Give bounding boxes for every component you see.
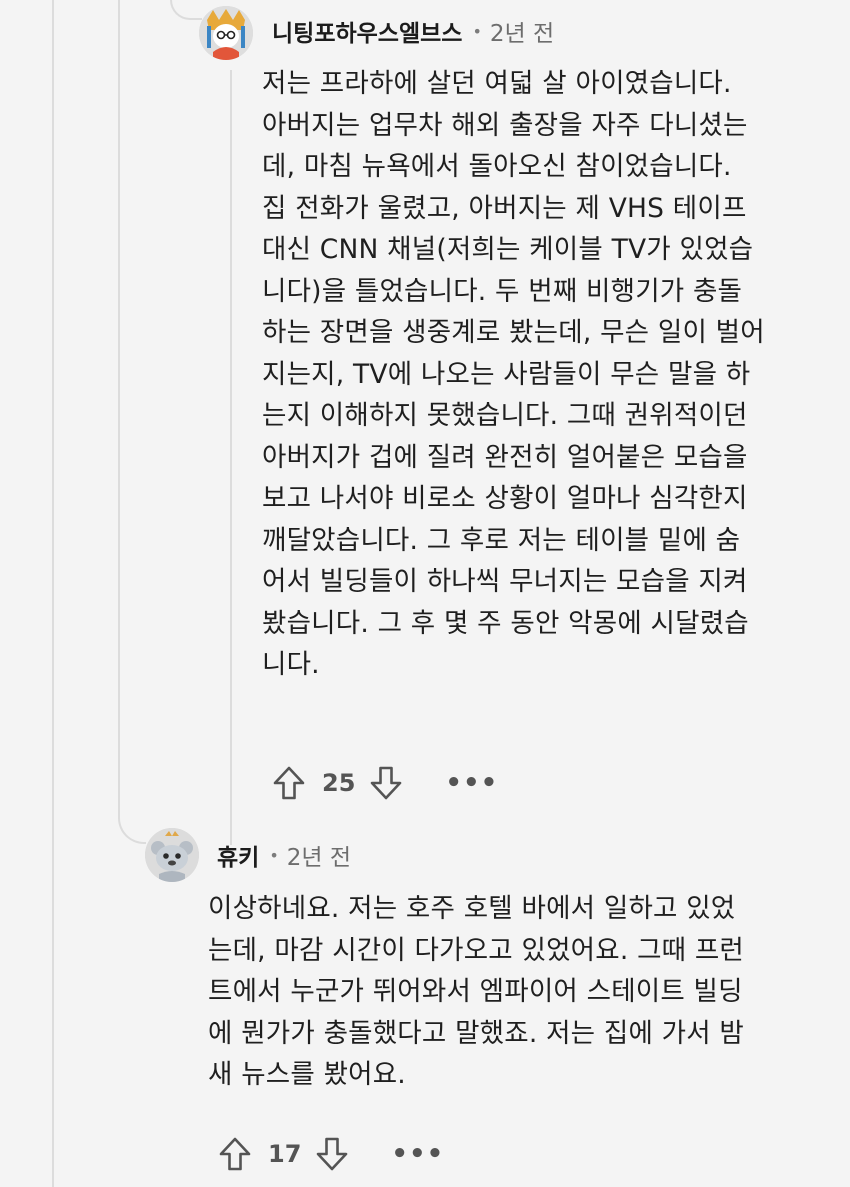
comment-line: 아버지가 겁에 질려 완전히 얼어붙은 모습을 [262,441,748,473]
comment-line: 는지 이해하지 못했습니다. 그때 권위적이던 [262,400,748,431]
comment-line: 깨달았습니다. 그 후로 저는 테이블 밑에 숨 [262,524,741,556]
comment-line: 에 뭔가가 충돌했다고 말했죠. 저는 집에 가서 밤 [208,1017,745,1049]
meta-separator: • [269,845,279,865]
comment-author[interactable]: 니팅포하우스엘브스 [272,14,462,48]
more-options-icon[interactable]: ••• [391,1141,444,1167]
comment-line: 트에서 누군가 뛰어와서 엠파이어 스테이트 빌딩 [208,976,743,1007]
upvote-arrow-icon[interactable] [218,1136,252,1172]
comment-line: 는데, 마감 시간이 다가오고 있었어요. 그때 프런 [208,934,745,966]
comment-line: 데, 마침 뉴욕에서 돌아오신 참이었습니다. [262,151,732,182]
comment-timestamp: 2년 전 [489,21,555,47]
comment-author[interactable]: 휴키 [217,838,259,872]
vote-score: 17 [268,1140,302,1168]
comment-1: 니팅포하우스엘브스 • 2년 전 저는 프라하에 살던 여덟 살 아이였습니다.… [0,0,850,810]
comment-line: 저는 프라하에 살던 여덟 살 아이였습니다. [262,68,732,99]
comment-timestamp: 2년 전 [286,845,352,871]
comment-line: 집 전화가 울렸고, 아버지는 제 VHS 테이프 [262,192,747,224]
comment-line: 니다. [262,649,320,680]
downvote-arrow-icon[interactable] [315,1136,349,1172]
comment-line: 하는 장면을 생중계로 봤는데, 무슨 일이 벌어 [262,317,765,348]
comment-2-meta: 휴키 • 2년 전 [217,838,351,872]
vote-score: 25 [322,769,356,797]
comment-line: 니다)을 틀었습니다. 두 번째 비행기가 충돌 [262,275,743,307]
downvote-arrow-icon[interactable] [369,765,403,801]
user-avatar-knitting-icon[interactable] [199,6,253,60]
comment-line: 이상하네요. 저는 호주 호텔 바에서 일하고 있었 [208,893,736,924]
more-options-icon[interactable]: ••• [445,770,498,796]
comment-1-meta: 니팅포하우스엘브스 • 2년 전 [272,14,554,48]
comment-2-body: 이상하네요. 저는 호주 호텔 바에서 일하고 있었 는데, 마감 시간이 다가… [208,888,744,1096]
upvote-arrow-icon[interactable] [272,765,306,801]
meta-separator: • [472,21,482,41]
comment-line: 어서 빌딩들이 하나씩 무너지는 모습을 지켜 [262,566,748,597]
comment-line: 대신 CNN 채널(저희는 케이블 TV가 있었습 [262,234,754,265]
user-avatar-snoo-icon[interactable] [145,828,199,882]
comment-1-actions: 25 ••• [272,763,498,803]
comment-line: 지는지, TV에 나오는 사람들이 무슨 말을 하 [262,358,751,390]
comment-line: 새 뉴스를 봤어요. [208,1059,406,1090]
comment-2: 휴키 • 2년 전 이상하네요. 저는 호주 호텔 바에서 일하고 있었 는데,… [0,820,850,1187]
comment-line: 봤습니다. 그 후 몇 주 동안 악몽에 시달렸습 [262,607,749,639]
comment-1-body: 저는 프라하에 살던 여덟 살 아이였습니다. 아버지는 업무차 해외 출장을 … [262,63,765,686]
comment-2-actions: 17 ••• [218,1134,444,1174]
comment-line: 보고 나서야 비로소 상황이 얼마나 심각한지 [262,483,748,514]
comment-line: 아버지는 업무차 해외 출장을 자주 다니셨는 [262,109,748,141]
